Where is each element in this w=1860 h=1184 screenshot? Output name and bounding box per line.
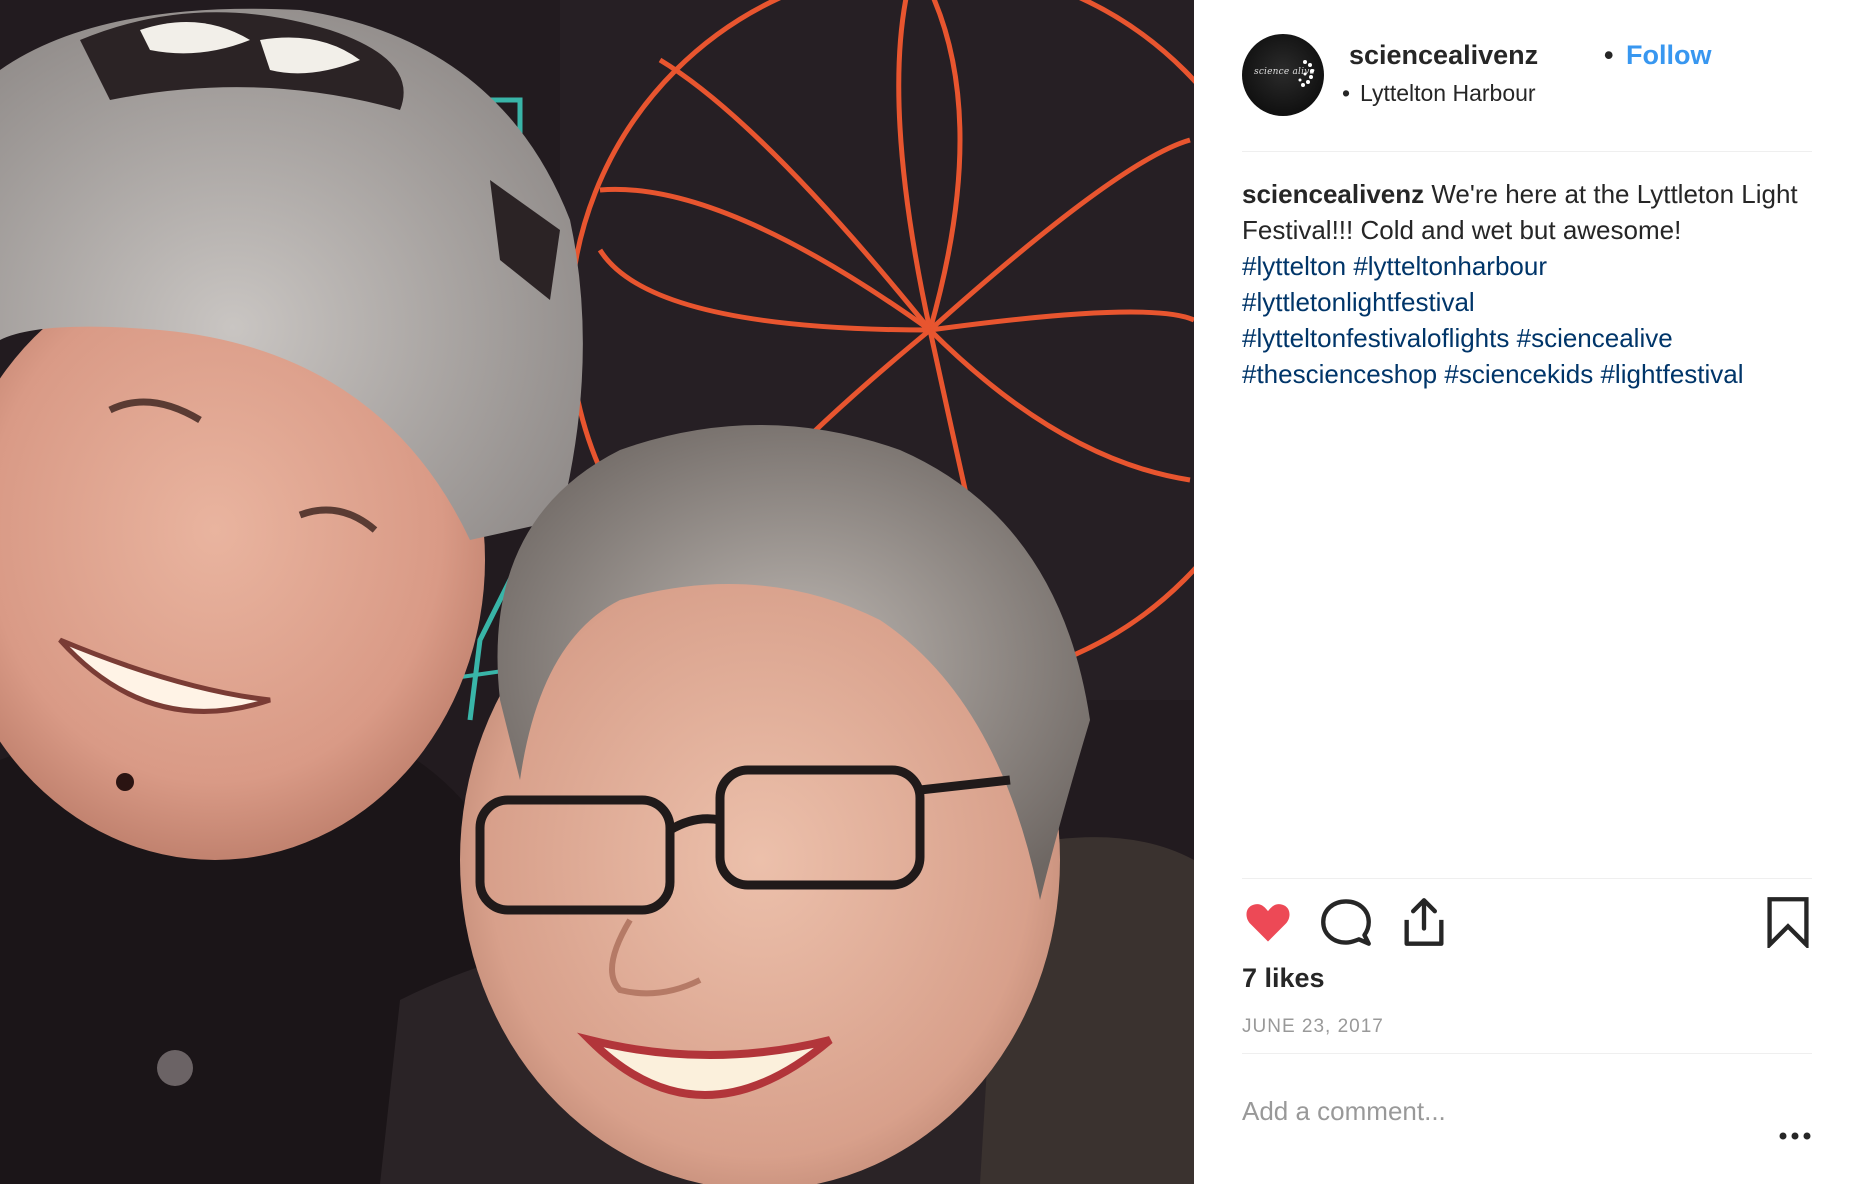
caption-username[interactable]: sciencealivenz — [1242, 179, 1424, 209]
comment-divider — [1242, 1053, 1812, 1054]
selfie-photo-illustration — [0, 0, 1194, 1184]
hashtag[interactable]: #lightfestival — [1600, 359, 1743, 389]
bookmark-icon — [1767, 897, 1809, 950]
more-options-icon[interactable] — [1777, 1128, 1813, 1144]
post-header: science alive sciencealivenz • Follow • … — [1242, 34, 1812, 116]
hashtag[interactable]: #sciencekids — [1444, 359, 1593, 389]
actions-divider — [1242, 878, 1812, 879]
header-divider — [1242, 151, 1812, 152]
location-bullet: • — [1342, 80, 1351, 106]
follow-button[interactable]: Follow — [1626, 40, 1711, 71]
share-button[interactable] — [1398, 896, 1450, 948]
comment-input[interactable] — [1242, 1093, 1712, 1129]
hashtag[interactable]: #lyttletonlightfestival — [1242, 287, 1475, 317]
comment-bubble-icon — [1321, 899, 1371, 946]
username-link[interactable]: sciencealivenz — [1349, 40, 1538, 71]
post-side-panel: science alive sciencealivenz • Follow • … — [1194, 0, 1860, 1184]
location-link[interactable]: Lyttelton Harbour — [1360, 80, 1536, 107]
logo-dots-icon — [1298, 60, 1314, 87]
post-date[interactable]: JUNE 23, 2017 — [1242, 1016, 1384, 1038]
hashtag-list: #lyttelton #lytteltonharbour #lyttletonl… — [1242, 251, 1744, 389]
hashtag[interactable]: #thescienceshop — [1242, 359, 1437, 389]
comment-button[interactable] — [1320, 896, 1372, 948]
hashtag[interactable]: #lyttelton — [1242, 251, 1346, 281]
share-upload-icon — [1404, 898, 1444, 946]
like-button[interactable] — [1242, 896, 1294, 948]
post-caption: sciencealivenz We're here at the Lyttlet… — [1242, 176, 1817, 392]
hashtag[interactable]: #sciencealive — [1517, 323, 1673, 353]
hashtag[interactable]: #lytteltonharbour — [1353, 251, 1547, 281]
heart-filled-icon — [1246, 904, 1290, 942]
post-actions-bar — [1242, 896, 1812, 952]
separator-dot: • — [1604, 40, 1614, 70]
post-photo[interactable] — [0, 0, 1194, 1184]
save-button[interactable] — [1762, 896, 1814, 950]
likes-count[interactable]: 7 likes — [1242, 963, 1325, 994]
avatar[interactable]: science alive — [1242, 34, 1324, 116]
hashtag[interactable]: #lytteltonfestivaloflights — [1242, 323, 1509, 353]
